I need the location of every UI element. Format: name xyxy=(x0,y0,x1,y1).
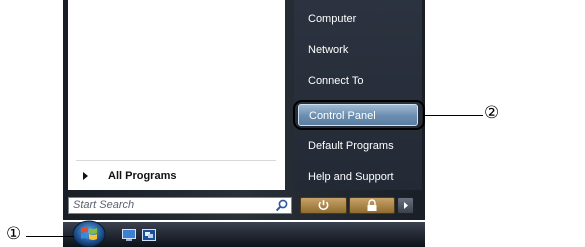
menu-item-computer[interactable]: Computer xyxy=(298,8,418,30)
callout-leader-2 xyxy=(425,115,483,116)
shutdown-options-button[interactable] xyxy=(397,197,414,214)
lock-button[interactable] xyxy=(349,197,395,214)
programs-pane xyxy=(68,0,285,190)
callout-number-2: ② xyxy=(484,103,500,123)
menu-item-network[interactable]: Network xyxy=(298,39,418,61)
chevron-right-icon xyxy=(83,172,88,180)
search-input[interactable]: Start Search xyxy=(68,197,292,214)
menu-item-help-and-support[interactable]: Help and Support xyxy=(298,166,418,188)
menu-item-connect-to[interactable]: Connect To xyxy=(298,70,418,92)
control-panel-callout-ring xyxy=(293,100,425,130)
arrow-right-icon xyxy=(404,202,408,209)
power-icon xyxy=(318,200,329,211)
menu-item-default-programs[interactable]: Default Programs xyxy=(298,135,418,157)
power-button[interactable] xyxy=(300,197,347,214)
all-programs-label: All Programs xyxy=(108,170,177,182)
show-desktop-icon[interactable] xyxy=(122,229,136,241)
lock-icon xyxy=(367,199,377,211)
divider xyxy=(76,160,276,161)
taskbar xyxy=(63,222,425,247)
switch-windows-icon[interactable] xyxy=(142,229,156,241)
callout-leader-1 xyxy=(26,236,74,237)
callout-number-1: ① xyxy=(6,224,22,244)
magnifier-icon[interactable] xyxy=(275,199,289,212)
windows-logo-icon[interactable] xyxy=(71,219,107,247)
all-programs-item[interactable]: All Programs xyxy=(76,167,276,185)
